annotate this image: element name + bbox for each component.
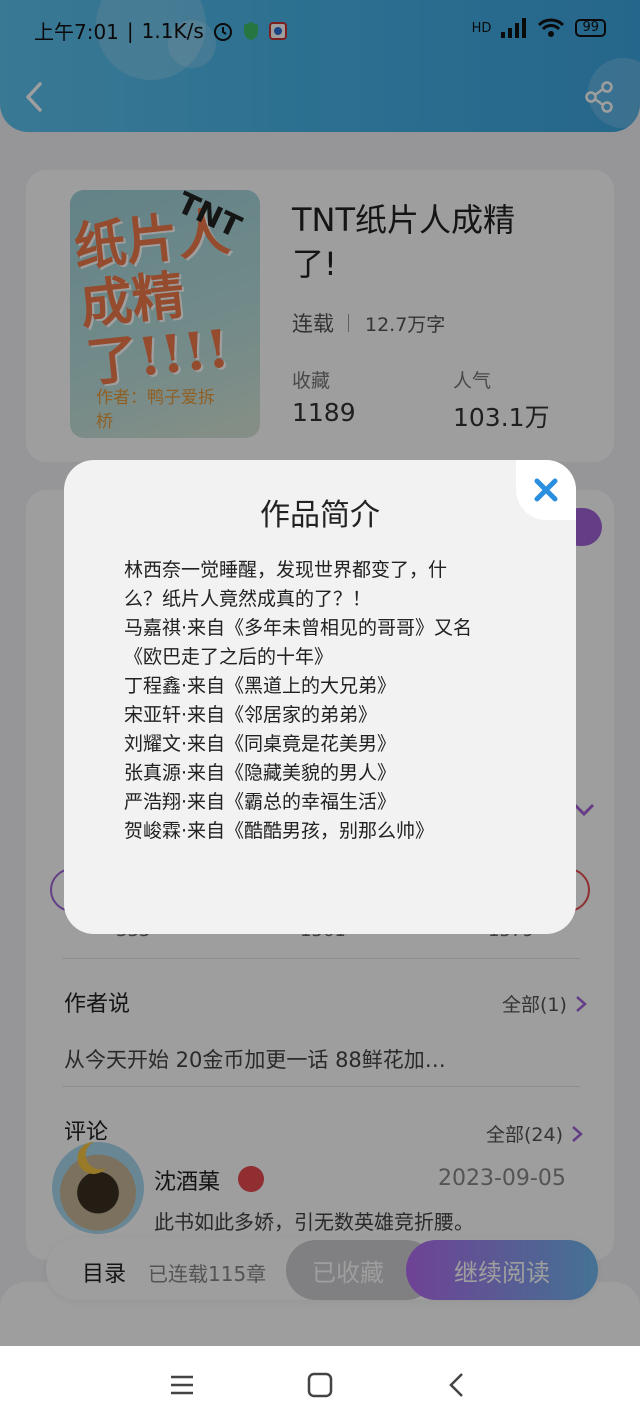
synopsis-line: 林西奈一觉睡醒，发现世界都变了，什 bbox=[124, 559, 448, 581]
synopsis-line: 丁程鑫·来自《黑道上的大兄弟》 bbox=[124, 675, 397, 697]
synopsis-line: 马嘉祺·来自《多年未曾相见的哥哥》又名 bbox=[124, 617, 473, 639]
home-square-icon[interactable] bbox=[305, 1370, 335, 1400]
back-triangle-icon[interactable] bbox=[443, 1370, 473, 1400]
synopsis-text: 林西奈一觉睡醒，发现世界都变了，什 么？纸片人竟然成真的了？！ 马嘉祺·来自《多… bbox=[124, 556, 496, 846]
synopsis-line: 贺峻霖·来自《酷酷男孩，别那么帅》 bbox=[124, 820, 435, 842]
close-button[interactable] bbox=[516, 460, 576, 520]
synopsis-line: 张真源·来自《隐藏美貌的男人》 bbox=[124, 762, 397, 784]
synopsis-line: 宋亚轩·来自《邻居家的弟弟》 bbox=[124, 704, 378, 726]
synopsis-line: 刘耀文·来自《同桌竟是花美男》 bbox=[124, 733, 397, 755]
close-icon bbox=[534, 478, 558, 502]
menu-icon[interactable] bbox=[167, 1370, 197, 1400]
synopsis-line: 严浩翔·来自《霸总的幸福生活》 bbox=[124, 791, 397, 813]
synopsis-line: 么？纸片人竟然成真的了？！ bbox=[124, 588, 372, 610]
synopsis-line: 《欧巴走了之后的十年》 bbox=[124, 646, 334, 668]
